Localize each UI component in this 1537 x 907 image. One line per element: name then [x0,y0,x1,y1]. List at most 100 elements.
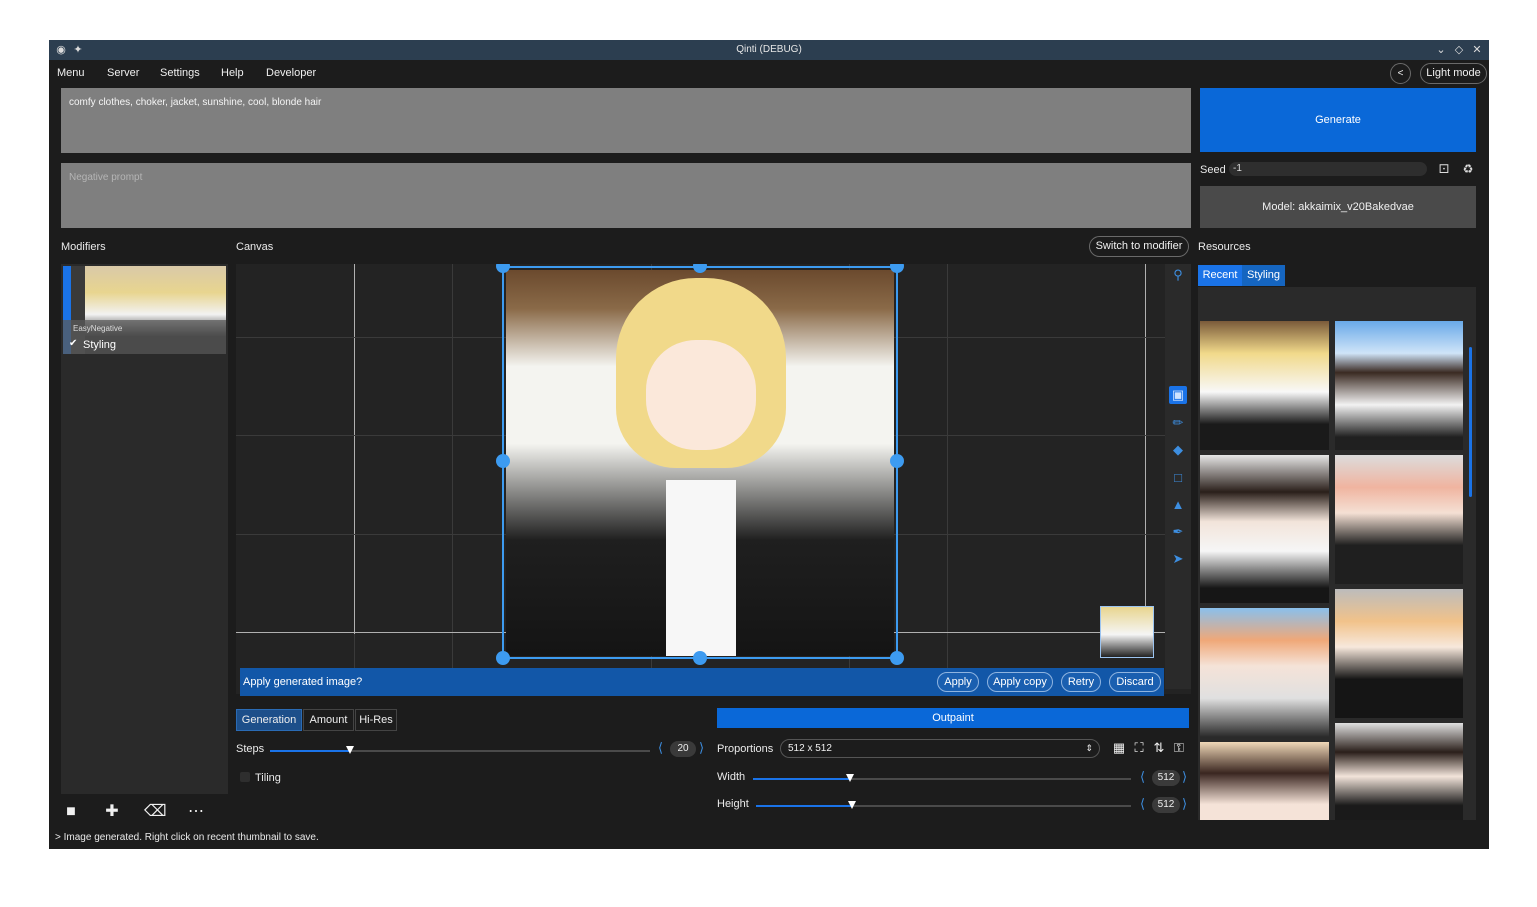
menu-item-settings[interactable]: Settings [160,67,200,79]
folder-icon[interactable]: ■ [61,802,81,822]
seed-input[interactable]: -1 [1229,162,1427,176]
minimize-icon[interactable]: ⌄ [1434,43,1448,57]
model-selector-button[interactable]: Model: akkaimix_v20Bakedvae [1200,186,1476,228]
generated-image-selection[interactable] [502,266,898,659]
resize-handle-l[interactable] [496,454,510,468]
canvas-tools: ⚲ ▣ ✏ ◆ □ ▲ ✒ ➤ [1165,264,1191,689]
trash-icon[interactable]: ⌫ [144,802,167,822]
modifier-checkbox-icon[interactable]: ✔ [69,338,77,349]
proportions-select[interactable]: 512 x 512 ⇕ [780,739,1100,758]
eraser-icon[interactable]: ◆ [1169,441,1187,459]
canvas-title: Canvas [236,241,274,253]
dice-icon[interactable]: ⚀ [1437,162,1451,176]
steps-label: Steps [236,743,265,755]
apply-bar: Apply generated image? Apply Apply copy … [240,668,1164,696]
menu-bar: Menu Server Settings Help Developer < Li… [49,60,1489,87]
width-slider-thumb[interactable] [846,774,854,782]
recent-thumbnail[interactable] [1200,608,1329,737]
chevron-updown-icon: ⇕ [1085,743,1093,753]
modifiers-title: Modifiers [61,241,106,253]
switch-to-modifier-button[interactable]: Switch to modifier [1089,236,1189,257]
recent-thumbnail[interactable] [1200,321,1329,450]
retry-button[interactable]: Retry [1061,672,1101,692]
snap-grid-icon[interactable]: ▦ [1111,740,1127,756]
generate-button[interactable]: Generate [1200,88,1476,152]
fill-icon[interactable]: ▲ [1169,496,1187,514]
height-increment-icon[interactable]: ⟩ [1182,796,1187,812]
menu-item-menu[interactable]: Menu [57,67,85,79]
resize-handle-bl[interactable] [496,651,510,665]
select-icon[interactable]: □ [1169,469,1187,487]
outpaint-button[interactable]: Outpaint [717,708,1189,728]
title-bar: ◉ ✦ Qinti (DEBUG) ⌄ ◇ ✕ [49,40,1489,60]
color-picker-icon[interactable]: ➤ [1169,550,1187,568]
zoom-icon[interactable]: ⚲ [1169,266,1187,284]
width-decrement-icon[interactable]: ⟨ [1140,769,1145,785]
recent-thumbnail[interactable] [1335,455,1463,584]
resize-handle-b[interactable] [693,651,707,665]
seed-label: Seed [1200,164,1226,176]
menu-item-developer[interactable]: Developer [266,67,316,79]
recent-thumbnail[interactable] [1335,321,1463,450]
modifier-name: EasyNegative [73,324,123,333]
add-icon[interactable]: ✚ [102,802,122,822]
steps-decrement-icon[interactable]: ⟨ [658,740,663,756]
prompt-input[interactable]: comfy clothes, choker, jacket, sunshine,… [61,88,1191,153]
negative-prompt-input[interactable]: Negative prompt [61,163,1191,228]
recent-thumbnail[interactable] [1200,455,1329,603]
generated-image [506,270,894,656]
modifiers-panel: EasyNegative ✔ Styling [61,264,228,794]
maximize-icon[interactable]: ◇ [1452,43,1466,57]
resize-handle-br[interactable] [890,651,904,665]
close-window-icon[interactable]: ✕ [1470,43,1484,57]
unlock-icon[interactable]: ⚿ [1171,740,1187,756]
recycle-icon[interactable]: ♻ [1461,162,1475,176]
face-shape [646,340,756,450]
modifier-card[interactable]: EasyNegative ✔ Styling [63,266,226,354]
modifier-checkbox-label: Styling [83,339,117,351]
tab-hi-res[interactable]: Hi-Res [355,709,397,731]
minimap[interactable] [1100,606,1154,658]
swap-icon[interactable]: ⇅ [1151,740,1167,756]
fullscreen-icon[interactable]: ⛶ [1131,740,1147,756]
tab-generation[interactable]: Generation [236,709,302,731]
apply-prompt-text: Apply generated image? [243,676,363,688]
status-bar: > Image generated. Right click on recent… [55,832,319,843]
tiling-checkbox[interactable] [240,772,250,782]
resize-handle-r[interactable] [890,454,904,468]
canvas-area[interactable] [236,264,1191,694]
pen-icon[interactable]: ✒ [1169,523,1187,541]
height-decrement-icon[interactable]: ⟨ [1140,796,1145,812]
menu-item-help[interactable]: Help [221,67,244,79]
discard-button[interactable]: Discard [1109,672,1161,692]
window-title: Qinti (DEBUG) [736,44,802,55]
recent-thumbnail[interactable] [1335,723,1463,820]
light-mode-button[interactable]: Light mode [1420,63,1487,84]
apply-button[interactable]: Apply [937,672,979,692]
height-value[interactable]: 512 [1152,797,1180,813]
steps-slider-thumb[interactable] [346,746,354,754]
tab-styling[interactable]: Styling [1242,265,1285,286]
menu-item-server[interactable]: Server [107,67,139,79]
image-tool-icon[interactable]: ▣ [1169,386,1187,404]
tab-amount[interactable]: Amount [303,709,354,731]
tab-recent[interactable]: Recent [1198,265,1242,286]
recent-thumbnail[interactable] [1200,742,1329,820]
resources-scrollbar[interactable] [1469,347,1472,497]
steps-value[interactable]: 20 [670,741,696,757]
width-increment-icon[interactable]: ⟩ [1182,769,1187,785]
width-slider-fill [753,778,851,780]
recent-thumbnail[interactable] [1335,589,1463,718]
steps-increment-icon[interactable]: ⟩ [699,740,704,756]
resize-handle-tr[interactable] [890,264,904,273]
height-slider-thumb[interactable] [848,801,856,809]
apply-copy-button[interactable]: Apply copy [987,672,1053,692]
collapse-button[interactable]: < [1390,63,1411,84]
resources-title: Resources [1198,241,1251,253]
app-window: ◉ ✦ Qinti (DEBUG) ⌄ ◇ ✕ Menu Server Sett… [49,40,1489,849]
brush-icon[interactable]: ✏ [1169,414,1187,432]
resources-panel [1198,287,1476,820]
more-icon[interactable]: ⋯ [186,802,206,822]
shirt-shape [666,480,736,656]
width-value[interactable]: 512 [1152,770,1180,786]
